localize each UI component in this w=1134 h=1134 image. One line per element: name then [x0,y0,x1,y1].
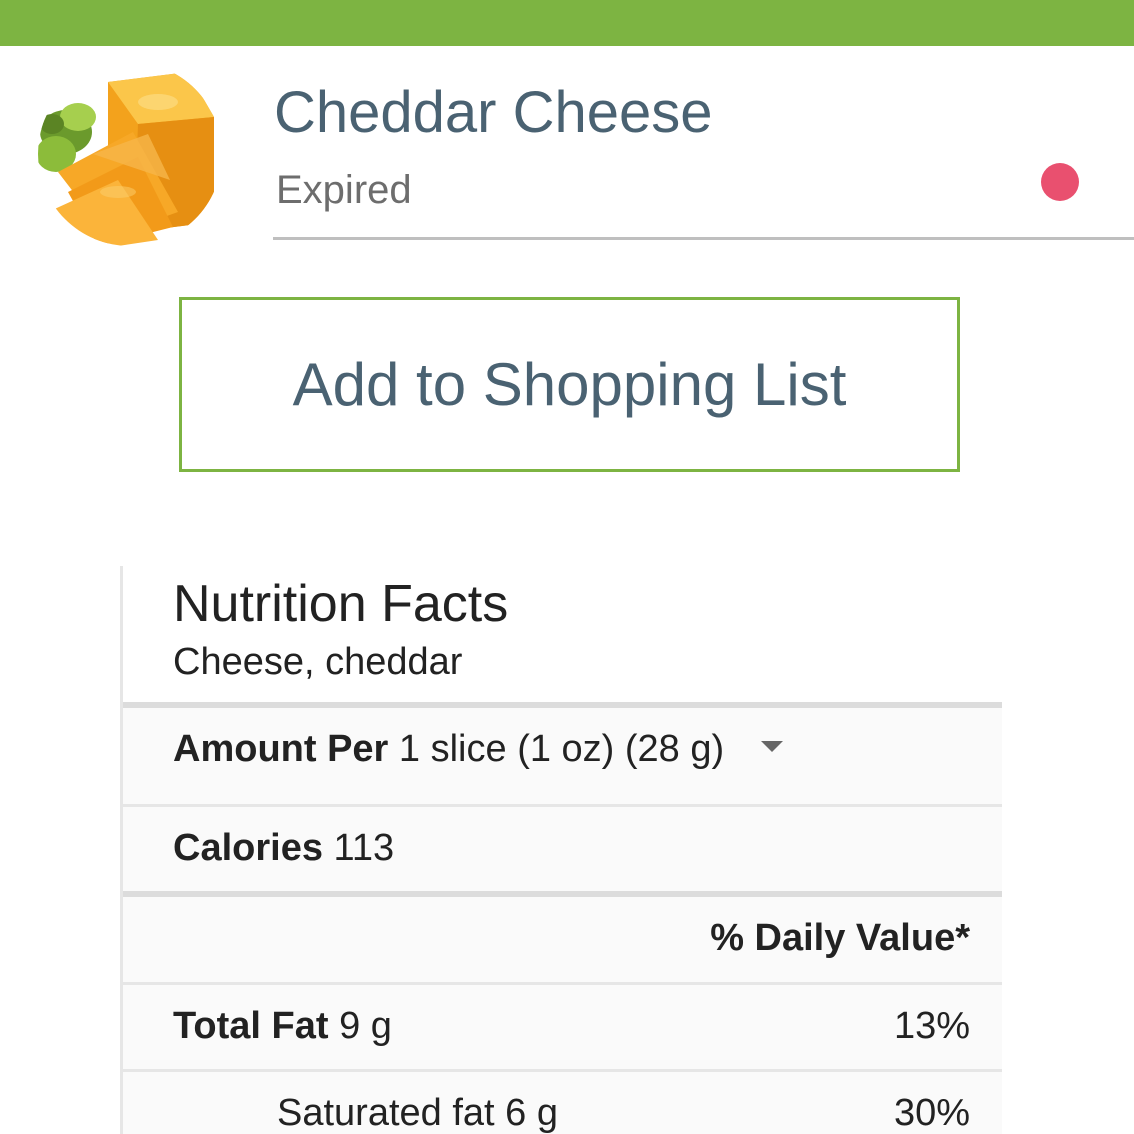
calories-row: Calories 113 [123,807,1002,891]
product-status: Expired [276,168,412,212]
calories-value: 113 [333,827,395,869]
nutrient-label: Total Fat [173,1005,329,1047]
nutrient-row-saturated-fat: Saturated fat 6 g 30% [123,1072,1002,1134]
serving-size-value: 1 slice (1 oz) (28 g) [398,728,725,770]
add-to-shopping-list-label: Add to Shopping List [292,351,847,418]
calories-label: Calories [173,827,323,869]
product-detail-page: Cheddar Cheese Expired Add to Shopping L… [0,0,1134,1134]
cheddar-cheese-image [38,62,222,246]
nutrition-subtitle: Cheese, cheddar [173,641,463,683]
nutrient-percent: 13% [893,1005,970,1047]
daily-value-header: % Daily Value* [710,917,970,959]
header-divider [273,237,1134,240]
nutrition-title: Nutrition Facts [173,575,509,633]
add-to-shopping-list-button[interactable]: Add to Shopping List [179,297,960,472]
expired-status-dot [1041,163,1079,201]
top-app-bar [0,0,1134,46]
nutrient-amount: 6 g [505,1092,558,1134]
serving-row: Amount Per 1 slice (1 oz) (28 g) [123,708,1002,804]
nutrient-row-total-fat: Total Fat 9 g 13% [123,985,1002,1069]
nutrient-amount: 9 g [339,1005,392,1047]
product-name: Cheddar Cheese [274,80,713,145]
caret-down-icon[interactable] [760,741,783,753]
nutrient-label: Saturated fat [277,1092,495,1134]
nutrient-percent: 30% [893,1092,970,1134]
daily-value-header-row: % Daily Value* [123,897,1002,982]
amount-per-label: Amount Per [173,728,389,770]
nutrition-facts-panel: Nutrition Facts Cheese, cheddar Amount P… [120,566,1002,1134]
